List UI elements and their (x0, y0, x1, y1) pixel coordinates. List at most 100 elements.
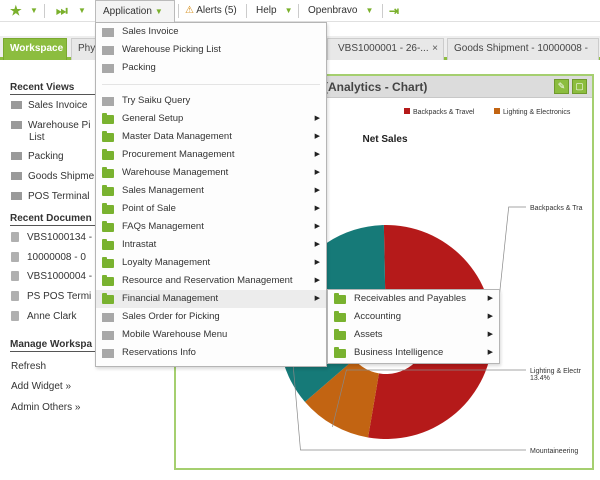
toolbar-separator (246, 4, 247, 18)
recent-view-item[interactable]: POS Terminal (11, 191, 99, 203)
openbravo-menu-button[interactable]: Openbravo ▼ (308, 0, 373, 22)
slice-value-label-1: 13.4% (530, 375, 550, 382)
submenu-arrow-icon: ▶ (314, 151, 320, 158)
recent-view-label: Packing (28, 151, 64, 162)
warning-icon: ⚠ (185, 5, 194, 16)
folder-icon (102, 239, 114, 250)
menu-item-faqs-management[interactable]: FAQs Management ▶ (96, 218, 326, 236)
logout-icon[interactable]: ⇥ (389, 3, 399, 19)
legend-label-1: Lighting & Electronics (503, 109, 571, 116)
legend-label-0: Backpacks & Travel (413, 109, 475, 116)
favorites-star-icon[interactable]: ★ (10, 3, 22, 19)
menu-item-label: Assets (354, 329, 383, 340)
add-widget-link[interactable]: Add Widget » (11, 381, 71, 392)
menu-item-sales-order-for-picking[interactable]: Sales Order for Picking (96, 308, 326, 326)
submenu-item-accounting[interactable]: Accounting ▶ (328, 308, 499, 326)
recent-documents-title: Recent Documen (10, 213, 98, 226)
menu-item-financial-management[interactable]: Financial Management ▶ (96, 290, 326, 308)
menu-item-label: Reservations Info (122, 347, 196, 358)
chart-legend: Backpacks & Travel Lighting & Electronics (404, 108, 571, 116)
recent-view-item[interactable]: Goods Shipme (11, 171, 99, 183)
menu-item-packing[interactable]: Packing (96, 59, 326, 77)
menu-item-master-data-management[interactable]: Master Data Management ▶ (96, 128, 326, 146)
quick-launch-icon[interactable]: ⏭ (56, 3, 68, 19)
document-icon (11, 232, 19, 243)
recent-document-item[interactable]: PS POS Termi (11, 291, 99, 303)
submenu-item-assets[interactable]: Assets ▶ (328, 326, 499, 344)
menu-item-mobile-warehouse-menu[interactable]: Mobile Warehouse Menu (96, 326, 326, 344)
slice-label-1: Lighting & Electr (530, 368, 582, 375)
tab-label: VBS1000001 - 26-... (338, 43, 429, 54)
recent-document-item[interactable]: Anne Clark (11, 311, 99, 323)
close-icon[interactable]: × (432, 39, 438, 59)
folder-icon (102, 257, 114, 268)
maximize-widget-icon[interactable]: ▢ (572, 79, 587, 94)
tab-sales-invoice-document[interactable]: VBS1000001 - 26-... × (327, 38, 444, 60)
menu-item-label: Warehouse Management (122, 167, 229, 178)
openbravo-label: Openbravo (308, 5, 358, 16)
help-menu-button[interactable]: Help ▼ (256, 0, 293, 22)
edit-widget-icon[interactable]: ✎ (554, 79, 569, 94)
favorites-dropdown-arrow[interactable]: ▼ (27, 0, 38, 22)
admin-others-link[interactable]: Admin Others » (11, 402, 80, 413)
top-navigation-bar: ★ ▼ ⏭ ▼ Application ▼ ⚠ Alerts (5) Help ▼ … (0, 0, 600, 22)
document-icon (11, 311, 19, 322)
recent-document-item[interactable]: VBS1000134 - (11, 232, 99, 244)
menu-item-point-of-sale[interactable]: Point of Sale ▶ (96, 200, 326, 218)
menu-item-warehouse-picking-list[interactable]: Warehouse Picking List (96, 41, 326, 59)
legend-swatch-0 (404, 108, 410, 114)
menu-item-warehouse-management[interactable]: Warehouse Management ▶ (96, 164, 326, 182)
menu-item-reservations-info[interactable]: Reservations Info (96, 344, 326, 362)
chevron-down-icon: ▼ (154, 7, 163, 16)
recent-view-item[interactable]: Packing (11, 151, 99, 163)
menu-item-intrastat[interactable]: Intrastat ▶ (96, 236, 326, 254)
alerts-button[interactable]: ⚠ Alerts (5) (185, 0, 237, 22)
recent-document-item[interactable]: 10000008 - 0 (11, 252, 99, 264)
toolbar-separator (298, 4, 299, 18)
menu-item-sales-management[interactable]: Sales Management ▶ (96, 182, 326, 200)
menu-item-sales-invoice[interactable]: Sales Invoice (96, 23, 326, 41)
submenu-item-receivables-and-payables[interactable]: Receivables and Payables ▶ (328, 290, 499, 308)
recent-view-label: List (29, 132, 45, 143)
tab-workspace[interactable]: Workspace (3, 38, 67, 60)
submenu-arrow-icon: ▶ (314, 205, 320, 212)
slice-label-2: Mountaineering (530, 448, 578, 455)
recent-view-item[interactable]: Sales Invoice (11, 100, 99, 112)
menu-item-label: Master Data Management (122, 131, 232, 142)
submenu-arrow-icon: ▶ (487, 295, 493, 302)
submenu-arrow-icon: ▶ (314, 133, 320, 140)
menu-item-general-setup[interactable]: General Setup ▶ (96, 110, 326, 128)
submenu-arrow-icon: ▶ (314, 187, 320, 194)
refresh-link[interactable]: Refresh (11, 361, 46, 372)
menu-item-loyalty-management[interactable]: Loyalty Management ▶ (96, 254, 326, 272)
menu-item-resource-reservation-management[interactable]: Resource and Reservation Management ▶ (96, 272, 326, 290)
document-icon (102, 349, 114, 358)
folder-icon (334, 311, 346, 322)
document-icon (102, 97, 114, 106)
folder-icon (102, 131, 114, 142)
legend-swatch-1 (494, 108, 500, 114)
alerts-label: Alerts (5) (196, 5, 237, 16)
folder-icon (102, 221, 114, 232)
recent-document-item[interactable]: VBS1000004 - (11, 271, 99, 283)
menu-item-label: Procurement Management (122, 149, 235, 160)
financial-management-submenu: Receivables and Payables ▶ Accounting ▶ As… (327, 289, 500, 364)
quick-launch-dropdown-arrow[interactable]: ▼ (75, 0, 86, 22)
recent-view-item-continuation[interactable]: List (11, 132, 99, 144)
menu-item-label: Sales Invoice (122, 26, 179, 37)
recent-view-item[interactable]: Warehouse Pi (11, 120, 99, 132)
menu-item-label: Accounting (354, 311, 402, 322)
menu-item-try-saiku-query[interactable]: Try Saiku Query (96, 92, 326, 110)
document-icon (102, 331, 114, 340)
menu-item-label: Sales Order for Picking (122, 311, 220, 322)
document-icon (11, 291, 19, 302)
menu-item-label: Try Saiku Query (122, 95, 191, 106)
recent-views-title: Recent Views (10, 82, 98, 95)
application-menu-button[interactable]: Application ▼ (95, 0, 175, 22)
submenu-arrow-icon: ▶ (487, 349, 493, 356)
submenu-item-business-intelligence[interactable]: Business Intelligence ▶ (328, 344, 499, 362)
folder-icon (334, 293, 346, 304)
menu-item-procurement-management[interactable]: Procurement Management ▶ (96, 146, 326, 164)
tab-goods-shipment[interactable]: Goods Shipment - 10000008 - (447, 38, 599, 60)
recent-document-label: VBS1000134 - (27, 232, 93, 243)
